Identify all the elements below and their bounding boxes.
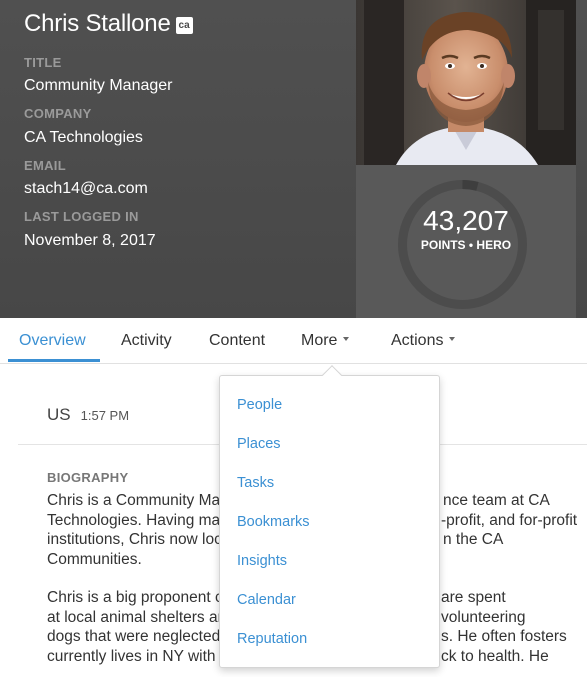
tab-actions-label: Actions: [391, 332, 444, 349]
tab-more[interactable]: More: [301, 332, 350, 350]
menu-item-insights[interactable]: Insights: [237, 553, 287, 569]
avatar-photo: [356, 0, 576, 165]
bio-line: are spent volunteering: [441, 589, 526, 626]
bio-line: nce team at CA: [443, 492, 550, 509]
biography-heading: BIOGRAPHY: [47, 470, 129, 485]
menu-item-reputation[interactable]: Reputation: [237, 631, 307, 647]
bio-line: n the CA: [443, 531, 504, 548]
last-logged-in-label: LAST LOGGED IN: [24, 209, 139, 224]
biography-paragraph-2-right: are spent volunteering s. He often foste…: [441, 588, 586, 666]
menu-item-people[interactable]: People: [237, 397, 282, 413]
menu-item-tasks[interactable]: Tasks: [237, 475, 274, 491]
status-row: US 1:57 PM: [47, 405, 129, 425]
bio-line: ck to health. He: [441, 647, 549, 665]
profile-header: Chris Stallone ca TITLE Community Manage…: [0, 0, 587, 318]
avatar[interactable]: [356, 0, 576, 165]
chevron-down-icon: [449, 336, 456, 341]
tab-activity[interactable]: Activity: [121, 332, 172, 350]
bio-line: -profit, and for-profit: [441, 511, 578, 529]
status-time: 1:57 PM: [80, 408, 130, 423]
title-value: Community Manager: [24, 77, 173, 94]
status-location: US: [47, 405, 71, 424]
menu-item-calendar[interactable]: Calendar: [237, 592, 296, 608]
points-status-label: POINTS • HERO: [420, 238, 512, 252]
active-tab-indicator: [8, 359, 100, 362]
email-value[interactable]: stach14@ca.com: [24, 180, 148, 198]
tab-more-label: More: [301, 332, 338, 349]
more-dropdown-menu: People Places Tasks Bookmarks Insights C…: [219, 375, 440, 668]
points-panel: 43,207 POINTS • HERO: [356, 165, 576, 318]
tab-overview[interactable]: Overview: [19, 332, 86, 350]
company-label: COMPANY: [24, 106, 92, 121]
tab-actions[interactable]: Actions: [391, 332, 456, 350]
company-value: CA Technologies: [24, 129, 143, 146]
last-logged-in-value: November 8, 2017: [24, 232, 156, 249]
profile-name-row: Chris Stallone ca: [24, 10, 193, 38]
bio-line: s. He often fosters: [441, 628, 567, 645]
title-label: TITLE: [24, 55, 62, 70]
ca-badge-icon: ca: [175, 16, 193, 34]
profile-name: Chris Stallone: [24, 10, 171, 37]
email-label: EMAIL: [24, 158, 66, 173]
chevron-down-icon: [343, 336, 350, 341]
menu-item-bookmarks[interactable]: Bookmarks: [237, 514, 310, 530]
profile-tab-bar: Overview Activity Content More Actions: [0, 318, 587, 364]
points-value: 43,207: [423, 205, 509, 236]
biography-paragraph-1-right: nce team at CA -profit, and for-profit n…: [441, 491, 583, 550]
tab-content[interactable]: Content: [209, 332, 265, 350]
menu-item-places[interactable]: Places: [237, 436, 281, 452]
